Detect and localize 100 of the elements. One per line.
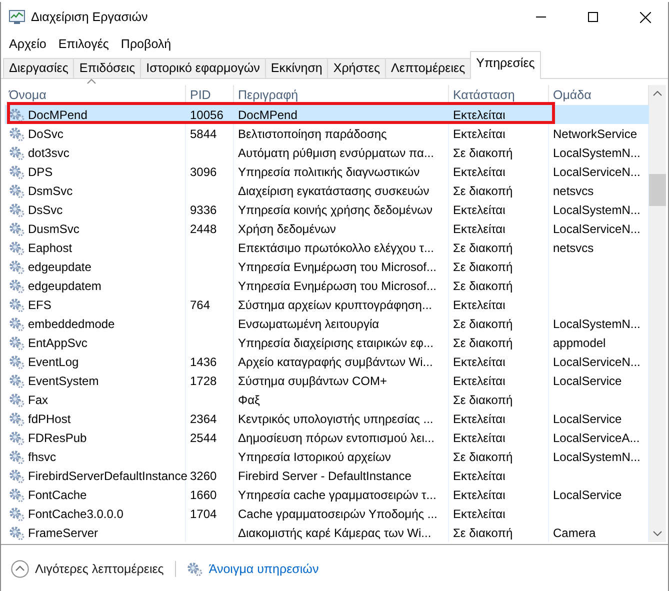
scroll-up-icon[interactable]: [653, 91, 662, 96]
tab[interactable]: Χρήστες: [327, 58, 386, 78]
description-cell: Αυτόματη ρύθμιση ενσύρματων πα...: [234, 143, 449, 162]
gear-icon: [9, 468, 25, 484]
gear-icon: [9, 334, 25, 350]
status-cell: Εκτελείται: [449, 352, 549, 371]
service-name-cell[interactable]: fhsvc: [5, 447, 186, 466]
menu-item[interactable]: Επιλογές: [54, 37, 113, 51]
service-name-cell[interactable]: EntAppSvc: [5, 333, 186, 352]
collapse-chevron-icon[interactable]: [11, 560, 29, 578]
status-cell: Εκτελείται: [449, 485, 549, 504]
service-name-cell[interactable]: edgeupdatem: [5, 276, 186, 295]
gear-icon: [9, 524, 25, 540]
service-name-cell[interactable]: embeddedmode: [5, 314, 186, 333]
status-cell: Εκτελείται: [449, 466, 549, 485]
status-cell: Εκτελείται: [449, 295, 549, 314]
description-cell: Αρχείο καταγραφής συμβάντων Wi...: [234, 352, 449, 371]
gear-icon: [9, 392, 25, 408]
tab[interactable]: Υπηρεσίες: [470, 51, 541, 79]
service-name-cell[interactable]: FontCache: [5, 485, 186, 504]
description-cell: Διαχείριση εγκατάστασης συσκευών: [234, 181, 449, 200]
service-name-cell[interactable]: dot3svc: [5, 143, 186, 162]
service-name-cell[interactable]: edgeupdate: [5, 257, 186, 276]
description-cell: Υπηρεσία διαχείρισης εταιρικών εφ...: [234, 333, 449, 352]
gear-icon: [186, 561, 203, 577]
menu-item[interactable]: Προβολή: [116, 37, 176, 51]
service-name-cell[interactable]: DusmSvc: [5, 219, 186, 238]
status-cell: Σε διακοπή: [449, 333, 549, 352]
status-cell: Σε διακοπή: [449, 523, 549, 542]
tab[interactable]: Λεπτομέρειες: [385, 58, 472, 78]
status-cell: Σε διακοπή: [449, 314, 549, 333]
pid-cell: 764: [186, 295, 234, 314]
description-cell: Κεντρικός υπολογιστής υπηρεσίας ...: [234, 409, 449, 428]
gear-icon: [9, 448, 25, 464]
service-name-cell[interactable]: DPS: [5, 162, 186, 181]
description-cell: Σύστημα συμβάντων COM+: [234, 371, 449, 390]
gear-icon: [9, 354, 25, 370]
description-cell: Υπηρεσία Ενημέρωση του Microsof...: [234, 276, 449, 295]
tab[interactable]: Διεργασίες: [3, 58, 74, 78]
pid-cell: 1660: [186, 485, 234, 504]
description-cell: Διακομιστής καρέ Κάμερας των Wi...: [234, 523, 449, 542]
service-name-cell[interactable]: FontCache3.0.0.0: [5, 504, 186, 523]
service-name-cell[interactable]: Eaphost: [5, 238, 186, 257]
gear-icon: [9, 164, 25, 180]
close-icon[interactable]: [640, 12, 650, 22]
pid-cell: 2544: [186, 428, 234, 447]
service-name-cell[interactable]: EFS: [5, 295, 186, 314]
description-cell: Φαξ: [234, 390, 449, 409]
gear-icon: [9, 410, 25, 426]
description-cell: Firebird Server - DefaultInstance: [234, 466, 449, 485]
service-name-cell[interactable]: DsmSvc: [5, 181, 186, 200]
pid-cell: 3096: [186, 162, 234, 181]
status-cell: Σε διακοπή: [449, 238, 549, 257]
service-name-cell[interactable]: EventLog: [5, 352, 186, 371]
gear-icon: [9, 372, 25, 388]
gear-icon: [9, 126, 25, 142]
service-name-cell[interactable]: DsSvc: [5, 200, 186, 219]
description-cell: Υπηρεσία cache γραμματοσειρών τ...: [234, 485, 449, 504]
tab[interactable]: Ιστορικό εφαρμογών: [140, 58, 266, 78]
tab[interactable]: Επιδόσεις: [73, 58, 142, 78]
gear-icon: [9, 144, 25, 160]
open-services-link[interactable]: Άνοιγμα υπηρεσιών: [208, 562, 319, 576]
description-cell: Δημοσίευση πόρων εντοπισμού λει...: [234, 428, 449, 447]
gear-icon: [9, 278, 25, 294]
description-cell: Υπηρεσία Ιστορικού αρχείων: [234, 447, 449, 466]
service-name-cell[interactable]: FDResPub: [5, 428, 186, 447]
service-name-cell[interactable]: Fax: [5, 390, 186, 409]
description-cell: Ενσωματωμένη λειτουργία: [234, 314, 449, 333]
status-cell: Εκτελείται: [449, 200, 549, 219]
pid-cell: 9336: [186, 200, 234, 219]
pid-cell: 5844: [186, 124, 234, 143]
maximize-icon[interactable]: [588, 12, 598, 22]
status-cell: Εκτελείται: [449, 428, 549, 447]
description-cell: Σύστημα αρχείων κρυπτογράφηση...: [234, 295, 449, 314]
pid-cell: 1728: [186, 371, 234, 390]
scroll-thumb[interactable]: [649, 174, 666, 206]
service-name-cell[interactable]: FrameServer: [5, 523, 186, 542]
service-name-cell[interactable]: DoSvc: [5, 124, 186, 143]
window-title: Διαχείριση Εργασιών: [31, 10, 149, 24]
description-cell: Επεκτάσιμο πρωτόκολλο ελέγχου τ...: [234, 238, 449, 257]
pid-cell: 1704: [186, 504, 234, 523]
menu-item[interactable]: Αρχείο: [5, 37, 50, 51]
service-name-cell[interactable]: EventSystem: [5, 371, 186, 390]
status-cell: Εκτελείται: [449, 124, 549, 143]
gear-icon: [9, 506, 25, 522]
fewer-details-button[interactable]: Λιγότερες λεπτομέρειες: [35, 562, 164, 576]
status-cell: Σε διακοπή: [449, 257, 549, 276]
pid-cell: 3260: [186, 466, 234, 485]
description-cell: Βελτιστοποίηση παράδοσης: [234, 124, 449, 143]
gear-icon: [9, 258, 25, 274]
gear-icon: [9, 202, 25, 218]
scroll-down-icon[interactable]: [653, 531, 662, 536]
service-name-cell[interactable]: fdPHost: [5, 409, 186, 428]
gear-icon: [9, 486, 25, 502]
service-name-cell[interactable]: FirebirdServerDefaultInstance: [5, 466, 186, 485]
scrollbar[interactable]: [649, 85, 666, 542]
pid-cell: 1436: [186, 352, 234, 371]
gear-icon: [9, 316, 25, 332]
status-cell: Σε διακοπή: [449, 390, 549, 409]
tab[interactable]: Εκκίνηση: [264, 58, 328, 78]
